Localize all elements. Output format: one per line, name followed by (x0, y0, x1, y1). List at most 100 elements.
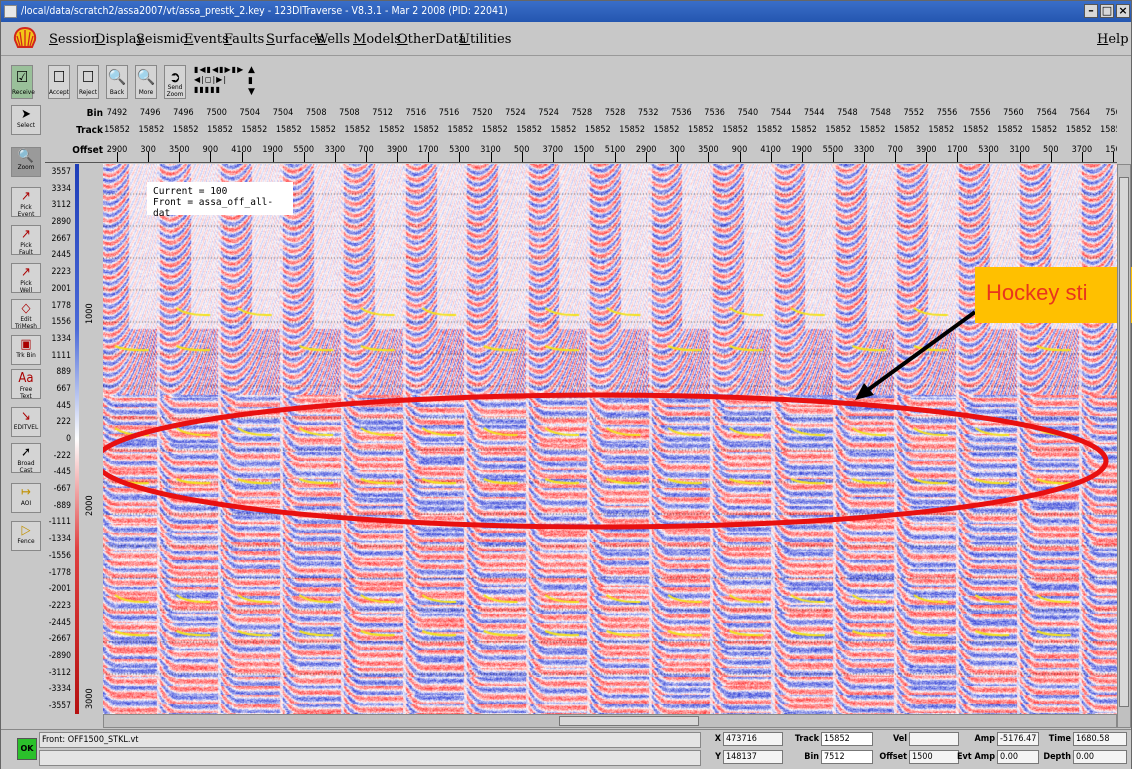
front-message: Front: OFF1500_STKL.vt (39, 732, 701, 748)
bin-header-value: 7556 (969, 108, 991, 118)
menu-otherdata[interactable]: OtherData (397, 23, 466, 56)
close-button[interactable]: × (1116, 4, 1130, 18)
amp-label: Amp (974, 734, 995, 744)
bin-header-value: 7548 (870, 108, 891, 118)
edit-vel-tool[interactable]: ↘ EDITVEL (11, 407, 41, 437)
zoom-icon: 🔍 (17, 149, 35, 164)
time-value: 1680.58 (1073, 732, 1127, 746)
bin-header-value: 7564 (1036, 108, 1057, 118)
maximize-button[interactable]: □ (1100, 4, 1114, 18)
pick-well-tool[interactable]: ↗ Pick Well (11, 263, 41, 294)
zoom-more-button[interactable]: 🔍 More (135, 65, 157, 99)
edit-trimesh-tool[interactable]: ◇ Edit TriMesh (11, 299, 41, 330)
horizontal-scroll-thumb[interactable] (559, 716, 699, 726)
menu-models[interactable]: Models (353, 23, 401, 56)
menu-wells[interactable]: Wells (315, 23, 350, 56)
trk-bin-tool[interactable]: ▣ Trk Bin (11, 335, 41, 365)
amplitude-scale-label: -1111 (48, 517, 71, 528)
menu-session[interactable]: Session (49, 23, 99, 56)
track-status-value[interactable]: 15852 (821, 732, 873, 746)
seismic-display[interactable] (103, 164, 1117, 714)
ok-button[interactable]: OK (17, 738, 37, 760)
tool-label: TriMesh (14, 322, 38, 330)
bin-header-value: 7548 (837, 108, 858, 118)
free-text-tool[interactable]: Aa Free Text (11, 369, 41, 400)
magnifier-icon: 🔍 (107, 68, 127, 86)
track-header-value: 15852 (310, 125, 336, 135)
seismic-overlay (103, 310, 1109, 530)
track-header-value: 15852 (447, 125, 474, 135)
amplitude-scale-label: 2667 (51, 233, 71, 244)
bin-header-value: 7500 (206, 108, 227, 118)
trk-bin-icon: ▣ (20, 337, 32, 352)
pick-event-tool[interactable]: ↗ Pick Event (11, 187, 41, 218)
nav-arrow-icons[interactable]: ▮◀▮◀▮▶▮▶ ◀|◻|▶| ▮▮▮▮▮ (194, 65, 244, 94)
menu-utilities[interactable]: Utilities (459, 23, 511, 56)
amplitude-scale-label: -3557 (48, 701, 71, 711)
bin-header-value: 7504 (272, 108, 294, 118)
x-label: X (714, 734, 721, 744)
time-label: Time (1048, 734, 1071, 744)
minimize-button[interactable]: – (1084, 4, 1098, 18)
select-tool[interactable]: ➤ Select (11, 105, 41, 135)
y-label: Y (715, 752, 721, 762)
tool-label: Zoom (17, 163, 35, 171)
offset-tick (179, 152, 181, 162)
track-header-value: 15852 (1065, 125, 1092, 135)
vertical-scroll-thumb[interactable] (1119, 177, 1129, 707)
vertical-scrollbar[interactable] (1117, 164, 1131, 728)
offset-tick (490, 152, 492, 162)
menu-help[interactable]: Help (1097, 23, 1129, 56)
track-header-value: 15852 (481, 125, 508, 135)
accept-button[interactable]: ☐ Accept (48, 65, 70, 99)
offset-tick (366, 152, 367, 162)
menu-faults[interactable]: Faults (224, 23, 264, 56)
tool-label: Fault (19, 248, 33, 256)
current-value: Current = 100 (153, 186, 228, 197)
step-arrow-icons[interactable]: ▲ ▮ ▼ (248, 65, 258, 99)
aoi-tool[interactable]: ↦ AOI (11, 483, 41, 513)
track-header-value: 15852 (653, 125, 680, 135)
bin-status-value[interactable]: 7512 (821, 750, 873, 764)
fence-tool[interactable]: ▷ Fence (11, 521, 41, 551)
track-header-value: 15852 (619, 125, 646, 135)
track-header-value: 15852 (1100, 125, 1117, 135)
reject-button[interactable]: ☐ Reject (77, 65, 99, 99)
fence-icon: ▷ (21, 523, 31, 538)
menu-events[interactable]: Events (184, 23, 229, 56)
toolbar: ☑ Receive ☐ Accept ☐ Reject 🔍 Back 🔍 More ➲ Se… (1, 57, 1131, 103)
send-zoom-button[interactable]: ➲ Send Zoom (164, 65, 186, 99)
horizontal-scrollbar[interactable] (103, 714, 1117, 728)
window-menu-icon[interactable] (4, 5, 17, 18)
zoom-back-button[interactable]: 🔍 Back (106, 65, 128, 99)
track-label: Track (76, 125, 103, 136)
trace-header: Bin Track Offset 7492 7496 7496 7500 7504 750… (45, 105, 1117, 163)
amplitude-scale: 3557 3334 3112 2890 2667 2445 2223 2001 1778 1556… (45, 164, 103, 714)
receive-button[interactable]: ☑ Receive (11, 65, 35, 99)
bin-header-value: 7492 (106, 108, 128, 118)
message-line-2 (39, 750, 701, 766)
navigation-arrows[interactable]: ▮◀▮◀▮▶▮▶ ◀|◻|▶| ▮▮▮▮▮ (194, 65, 244, 99)
offset-tick (926, 152, 928, 162)
title-bar[interactable]: /local/data/scratch2/assa2007/vt/assa_pr… (1, 1, 1131, 22)
zoom-tool[interactable]: 🔍 Zoom (11, 147, 41, 177)
amplitude-scale-label: 0 (66, 434, 71, 444)
broadcast-tool[interactable]: ➚ Broad Cast (11, 443, 41, 474)
bin-header-value: 7520 (471, 108, 493, 118)
amplitude-scale-label: 3557 (51, 167, 71, 177)
bin-header-value: 7536 (704, 108, 725, 118)
bin-header-value: 7528 (604, 108, 626, 118)
track-header-value: 15852 (825, 125, 852, 135)
color-bar (75, 164, 79, 714)
amplitude-scale-label: -1334 (48, 534, 71, 545)
pick-fault-tool[interactable]: ↗ Pick Fault (11, 225, 41, 256)
bin-header-value: 7508 (339, 108, 360, 118)
pick-fault-icon: ↗ (21, 227, 31, 242)
track-header-value: 15852 (997, 125, 1023, 135)
offset-tick (988, 152, 990, 162)
menu-seismic[interactable]: Seismic (136, 23, 187, 56)
amplitude-scale-label: 1111 (51, 350, 71, 361)
track-header-value: 15852 (584, 125, 611, 135)
amplitude-scale-label: -445 (53, 467, 71, 478)
status-bar: OK Front: OFF1500_STKL.vt X 473716 Y 148… (1, 729, 1131, 769)
